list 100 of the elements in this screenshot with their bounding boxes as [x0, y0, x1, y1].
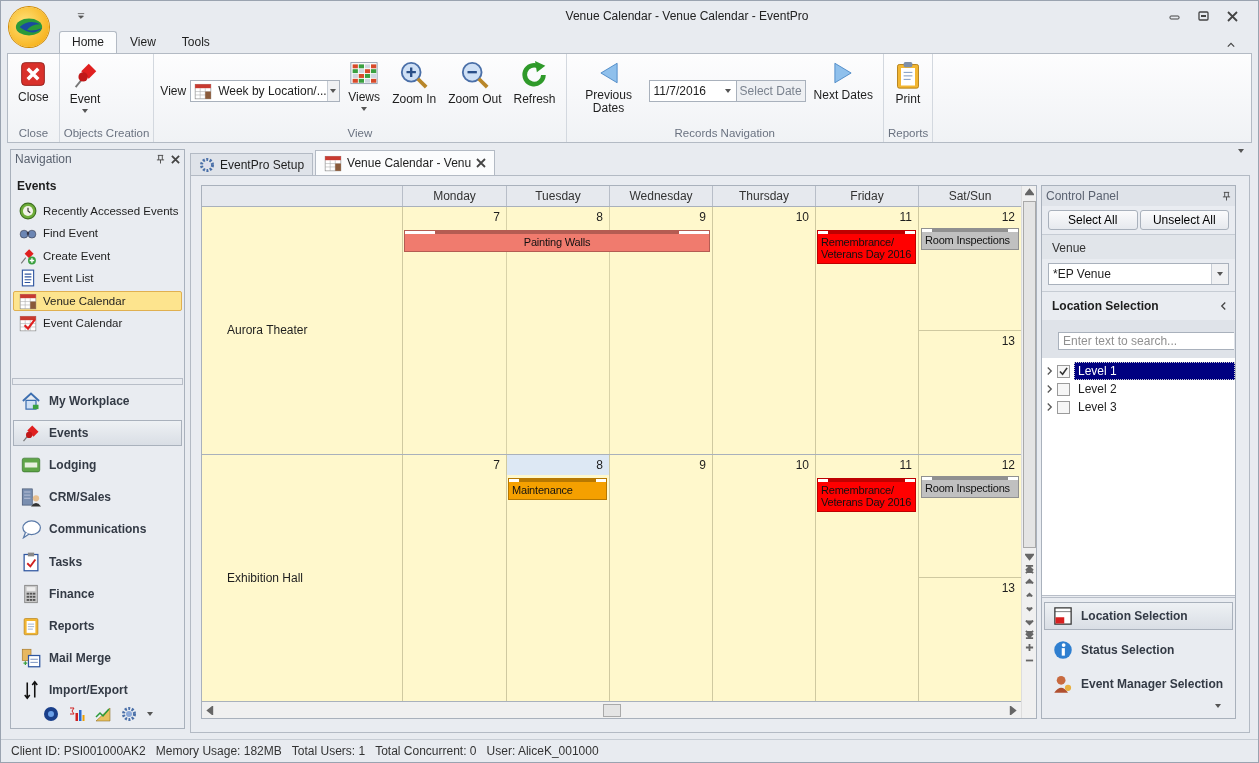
nav-item[interactable]: Venue Calendar: [13, 290, 182, 312]
person-key-icon: [1053, 674, 1073, 694]
document-tab[interactable]: EventPro Setup: [190, 153, 314, 175]
restore-icon: [1198, 10, 1209, 22]
view-dropdown[interactable]: Week by Location/...: [190, 80, 341, 102]
ribbon-button[interactable]: Zoom Out: [444, 58, 506, 108]
up-down-arrows-icon: [21, 679, 41, 700]
caret-icon: [361, 107, 368, 111]
status-text: Total Concurrent: 0: [375, 744, 477, 758]
scroll-down-icon: [1024, 552, 1034, 561]
panel-button[interactable]: Unselect All: [1139, 210, 1229, 230]
splitter-bar[interactable]: [12, 378, 183, 385]
panel-title: Control Panel: [1046, 189, 1120, 203]
checkmark-icon: [1059, 366, 1068, 376]
module-button[interactable]: Lodging: [13, 452, 182, 479]
ribbon-tab[interactable]: View: [117, 31, 169, 53]
module-button[interactable]: Mail Merge: [13, 644, 182, 671]
search-field[interactable]: Enter text to search...: [1058, 332, 1234, 350]
nav-item[interactable]: Event Calendar: [13, 313, 182, 334]
close-icon: [19, 60, 48, 88]
house-icon: [21, 391, 41, 412]
event-bar[interactable]: Room Inspections: [921, 227, 1019, 250]
event-bar[interactable]: Room Inspections: [921, 475, 1019, 498]
status-text: Total Users: 1: [291, 744, 366, 758]
previous-page-icon: [1024, 578, 1034, 587]
checkbox[interactable]: [1057, 364, 1070, 378]
close-icon: [171, 154, 180, 164]
caret-icon: [724, 89, 731, 93]
document-icon: [19, 269, 37, 288]
close-icon: [1227, 10, 1238, 22]
pin-icon: [1222, 191, 1231, 201]
ribbon-tab[interactable]: Tools: [168, 31, 223, 53]
column-header: Friday: [815, 186, 918, 206]
scroll-right-icon: [1008, 705, 1017, 715]
globe-icon: [42, 706, 59, 722]
view-label: View: [160, 84, 187, 98]
ribbon-button[interactable]: Refresh: [509, 58, 560, 108]
ribbon-menu-button[interactable]: Views: [344, 58, 385, 113]
nav-item[interactable]: Recently Accessed Events: [13, 200, 182, 222]
ribbon-button[interactable]: Zoom In: [388, 58, 441, 108]
ribbon-button[interactable]: Print: [889, 58, 926, 108]
pushpin-icon: [21, 423, 41, 444]
checkbox[interactable]: [1057, 382, 1070, 396]
checkbox[interactable]: [1057, 400, 1070, 414]
nav-item[interactable]: Create Event: [13, 245, 182, 267]
app-logo[interactable]: [9, 7, 49, 47]
page-up-icon: [1024, 591, 1034, 600]
module-button[interactable]: Finance: [13, 580, 182, 607]
nav-item[interactable]: Find Event: [13, 223, 182, 244]
pin-icon: [156, 154, 165, 165]
plus-icon: [1024, 643, 1034, 652]
venue-dropdown[interactable]: *EP Venue: [1048, 263, 1229, 285]
panel-button[interactable]: Select All: [1048, 210, 1138, 230]
module-button[interactable]: My Workplace: [13, 388, 182, 415]
group-label: Reports: [886, 127, 930, 141]
calendar-check-icon: [19, 314, 37, 333]
date-label: 7: [492, 208, 501, 226]
ribbon-button[interactable]: Next Dates: [809, 58, 877, 104]
building-person-icon: [21, 487, 41, 508]
caret-icon: [1217, 272, 1223, 276]
event-bar[interactable]: Maintenance: [508, 477, 607, 500]
scroll-thumb[interactable]: [1022, 201, 1036, 548]
nav-item[interactable]: Event List: [13, 268, 182, 289]
ribbon-button[interactable]: Close: [14, 58, 53, 106]
event-bar[interactable]: Remembrance/ Veterans Day 2016: [817, 229, 916, 264]
gear-icon: [199, 156, 215, 173]
group-label: Objects Creation: [62, 127, 151, 141]
ribbon-menu-button[interactable]: Event: [65, 58, 105, 115]
page-down-icon: [1024, 604, 1034, 613]
event-bar[interactable]: Remembrance/ Veterans Day 2016: [817, 477, 916, 512]
status-text: User: AliceK_001000: [486, 744, 599, 758]
selection-button[interactable]: Status Selection: [1044, 636, 1233, 664]
module-button[interactable]: Communications: [13, 516, 182, 543]
date-label: 7: [492, 456, 501, 474]
module-button[interactable]: CRM/Sales: [13, 484, 182, 511]
clipboard-check-icon: [21, 551, 41, 572]
selection-button[interactable]: Event Manager Selection: [1044, 670, 1233, 698]
selection-button[interactable]: Location Selection: [1044, 602, 1233, 630]
module-button[interactable]: Import/Export: [13, 676, 182, 703]
date-label: 9: [698, 456, 707, 474]
location-name: Aurora Theater: [202, 206, 402, 454]
tree-item[interactable]: Level 2: [1074, 380, 1235, 398]
documents-icon: [21, 647, 41, 668]
tree-item[interactable]: Level 1: [1074, 362, 1235, 380]
select-date-button[interactable]: Select Date: [736, 80, 806, 102]
scroll-thumb[interactable]: [602, 703, 621, 717]
caret-icon: [330, 89, 337, 93]
ribbon-tab[interactable]: Home: [59, 31, 117, 53]
logo-swoosh-icon: [14, 16, 44, 38]
panel-title: Navigation: [15, 152, 73, 167]
tree-item[interactable]: Level 3: [1074, 398, 1235, 416]
date-label: 8: [507, 454, 609, 475]
date-field[interactable]: 11/7/2016: [648, 80, 737, 102]
module-button[interactable]: Reports: [13, 612, 182, 639]
document-tab[interactable]: Venue Calendar - Venu: [315, 150, 496, 175]
ribbon-button[interactable]: Previous Dates: [572, 58, 645, 117]
module-button[interactable]: Events: [13, 420, 182, 447]
last-page-icon: [1024, 630, 1034, 639]
module-button[interactable]: Tasks: [13, 548, 182, 575]
event-bar[interactable]: Painting Walls: [404, 229, 710, 252]
